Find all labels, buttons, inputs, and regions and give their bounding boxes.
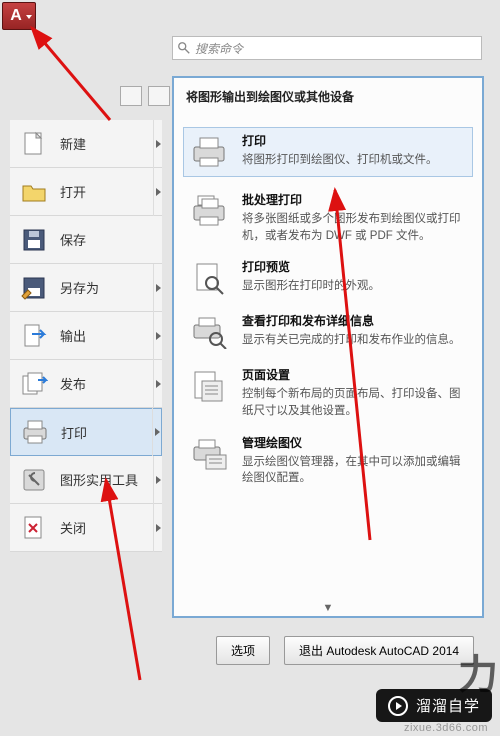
- option-print[interactable]: 打印 将图形打印到绘图仪、打印机或文件。: [183, 127, 473, 177]
- search-placeholder: 搜索命令: [195, 40, 243, 57]
- option-desc: 将多张图纸或多个图形发布到绘图仪或打印机，或者发布为 DWF 或 PDF 文件。: [242, 211, 468, 244]
- close-icon: [18, 512, 50, 544]
- save-icon: [18, 224, 50, 256]
- plotter-manager-icon: [188, 434, 230, 474]
- sidebar: 新建 打开 保存 另存为 输出 发布 打印 图形实用工具 关闭: [10, 120, 162, 552]
- sidebar-item-new[interactable]: 新建: [10, 120, 162, 168]
- open-icon: [18, 176, 50, 208]
- sidebar-item-publish[interactable]: 发布: [10, 360, 162, 408]
- exit-button[interactable]: 退出 Autodesk AutoCAD 2014: [284, 636, 474, 665]
- export-icon: [18, 320, 50, 352]
- sidebar-item-open[interactable]: 打开: [10, 168, 162, 216]
- chevron-right-icon: [153, 360, 162, 408]
- sidebar-item-label: 保存: [60, 230, 162, 249]
- printer-icon: [188, 132, 230, 172]
- chevron-right-icon: [153, 504, 162, 552]
- sidebar-item-label: 发布: [60, 374, 153, 393]
- print-submenu-panel: 将图形输出到绘图仪或其他设备 打印 将图形打印到绘图仪、打印机或文件。 批处理打…: [172, 76, 484, 618]
- print-icon: [19, 416, 51, 448]
- sidebar-item-save[interactable]: 保存: [10, 216, 162, 264]
- page-setup-icon: [188, 366, 230, 406]
- option-title: 批处理打印: [242, 191, 468, 208]
- utilities-icon: [18, 464, 50, 496]
- sidebar-item-label: 关闭: [60, 518, 153, 537]
- sidebar-item-label: 输出: [60, 326, 153, 345]
- new-icon: [18, 128, 50, 160]
- option-desc: 控制每个新布局的页面布局、打印设备、图纸尺寸以及其他设置。: [242, 386, 468, 419]
- chevron-right-icon: [153, 168, 162, 216]
- publish-icon: [18, 368, 50, 400]
- chevron-right-icon: [153, 456, 162, 504]
- panel-body: 打印 将图形打印到绘图仪、打印机或文件。 批处理打印 将多张图纸或多个图形发布到…: [174, 113, 482, 505]
- sidebar-item-export[interactable]: 输出: [10, 312, 162, 360]
- app-menu-button[interactable]: A: [2, 2, 36, 30]
- printer-search-icon: [188, 312, 230, 352]
- watermark-label: 溜溜自学: [416, 695, 480, 716]
- option-desc: 显示绘图仪管理器，在其中可以添加或编辑绘图仪配置。: [242, 454, 468, 487]
- option-title: 查看打印和发布详细信息: [242, 312, 468, 329]
- panel-title: 将图形输出到绘图仪或其他设备: [174, 78, 482, 113]
- sidebar-item-label: 另存为: [60, 278, 153, 297]
- chevron-right-icon: [153, 264, 162, 312]
- watermark-badge: 溜溜自学: [376, 689, 492, 722]
- bottom-button-row: 选项 退出 Autodesk AutoCAD 2014: [216, 636, 474, 665]
- option-desc: 显示图形在打印时的外观。: [242, 278, 468, 295]
- sidebar-item-utilities[interactable]: 图形实用工具: [10, 456, 162, 504]
- options-button[interactable]: 选项: [216, 636, 270, 665]
- sidebar-item-close[interactable]: 关闭: [10, 504, 162, 552]
- option-desc: 显示有关已完成的打印和发布作业的信息。: [242, 332, 468, 349]
- small-icon-2[interactable]: [148, 86, 170, 106]
- option-title: 页面设置: [242, 366, 468, 383]
- sidebar-item-label: 打开: [60, 182, 153, 201]
- option-title: 打印预览: [242, 258, 468, 275]
- saveas-icon: [18, 272, 50, 304]
- panel-scroll-down[interactable]: ▼: [174, 602, 482, 614]
- search-input[interactable]: 搜索命令: [172, 36, 482, 60]
- sidebar-item-label: 图形实用工具: [60, 470, 153, 489]
- play-icon: [388, 696, 408, 716]
- option-view-details[interactable]: 查看打印和发布详细信息 显示有关已完成的打印和发布作业的信息。: [188, 312, 468, 352]
- chevron-right-icon: [153, 120, 162, 168]
- search-icon: [177, 41, 191, 55]
- small-icon-1[interactable]: [120, 86, 142, 106]
- option-title: 打印: [242, 132, 468, 149]
- watermark-url: zixue.3d66.com: [404, 722, 488, 734]
- preview-icon: [188, 258, 230, 298]
- option-desc: 将图形打印到绘图仪、打印机或文件。: [242, 152, 468, 169]
- sidebar-item-saveas[interactable]: 另存为: [10, 264, 162, 312]
- option-title: 管理绘图仪: [242, 434, 468, 451]
- chevron-right-icon: [152, 408, 161, 456]
- sidebar-item-print[interactable]: 打印: [10, 408, 162, 456]
- option-page-setup[interactable]: 页面设置 控制每个新布局的页面布局、打印设备、图纸尺寸以及其他设置。: [188, 366, 468, 419]
- printer-batch-icon: [188, 191, 230, 231]
- toolbar-small-icons: [120, 86, 170, 106]
- option-manage-plotter[interactable]: 管理绘图仪 显示绘图仪管理器，在其中可以添加或编辑绘图仪配置。: [188, 434, 468, 487]
- sidebar-item-label: 新建: [60, 134, 153, 153]
- app-icon-letter: A: [10, 7, 22, 25]
- sidebar-item-label: 打印: [61, 423, 152, 442]
- option-print-preview[interactable]: 打印预览 显示图形在打印时的外观。: [188, 258, 468, 298]
- option-batch-print[interactable]: 批处理打印 将多张图纸或多个图形发布到绘图仪或打印机，或者发布为 DWF 或 P…: [188, 191, 468, 244]
- chevron-right-icon: [153, 312, 162, 360]
